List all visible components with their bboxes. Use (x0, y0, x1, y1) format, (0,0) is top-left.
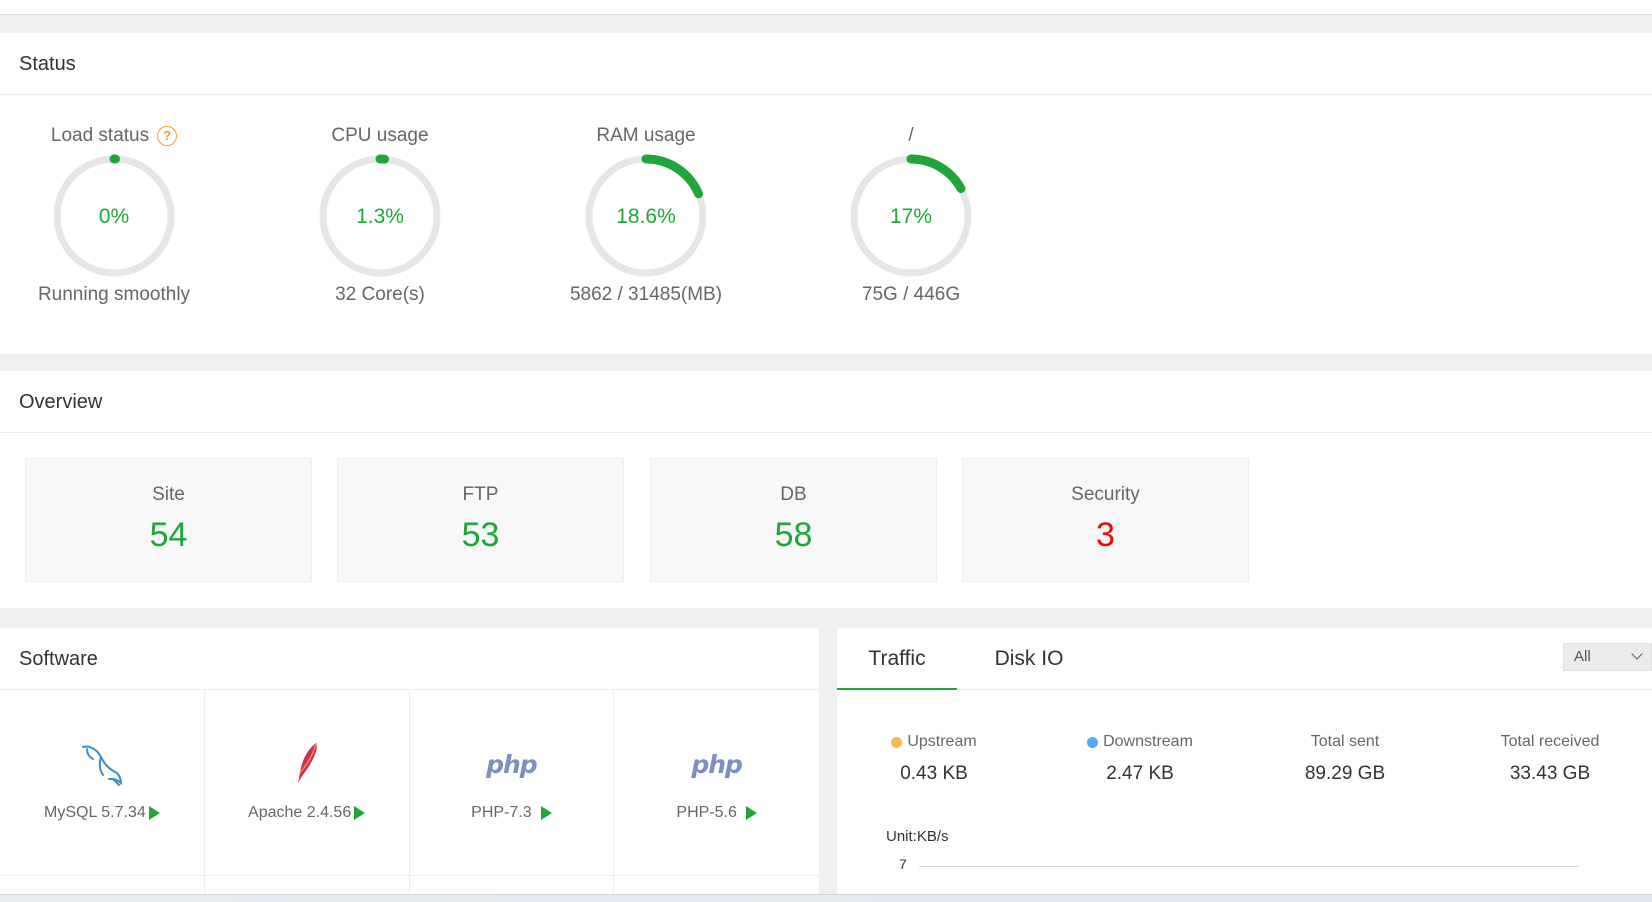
stat-total-sent: Total sent 89.29 GB (1250, 733, 1440, 785)
gauge-ring: 17% (849, 154, 973, 278)
help-icon[interactable]: ? (157, 126, 178, 146)
overview-card-db[interactable]: DB 58 (650, 458, 937, 582)
software-grid: MySQL 5.7.34 Apache 2.4.56 php PHP-7.3 p… (0, 690, 819, 902)
gauge-ring: 0% (52, 154, 176, 278)
chart-unit-label: Unit:KB/s (886, 828, 949, 845)
stat-label: Total sent (1310, 733, 1380, 750)
status-panel: Status Load status ? 0% Running smoothly… (0, 33, 1652, 354)
card-label: FTP (462, 484, 499, 505)
software-item-php-56[interactable]: php PHP-5.6 (614, 690, 819, 902)
play-icon[interactable] (745, 806, 757, 820)
stat-value: 0.43 KB (900, 763, 968, 784)
traffic-panel: Traffic Disk IO All Upstream 0.43 KB Dow… (837, 628, 1652, 902)
gauge-label: / (908, 125, 914, 146)
mysql-dolphin-icon (0, 734, 204, 794)
gauge-value: 17% (890, 205, 932, 228)
gauge-label: CPU usage (331, 125, 429, 146)
overview-title: Overview (0, 371, 1652, 433)
card-label: DB (780, 484, 807, 505)
overview-card-ftp[interactable]: FTP 53 (337, 458, 624, 582)
gauge-ring: 1.3% (318, 154, 442, 278)
card-label: Security (1071, 484, 1140, 505)
software-name: PHP-5.6 (676, 804, 737, 821)
overview-card-security[interactable]: Security 3 (962, 458, 1249, 582)
play-icon[interactable] (354, 806, 366, 820)
chart-y-tick: 7 (899, 856, 907, 872)
downstream-dot-icon (1087, 736, 1099, 748)
stat-label: Total received (1500, 733, 1600, 750)
overview-card-site[interactable]: Site 54 (25, 458, 312, 582)
php-logo-icon: php (691, 749, 743, 779)
software-item-apache[interactable]: Apache 2.4.56 (204, 690, 410, 902)
stat-downstream: Downstream 2.47 KB (1045, 733, 1235, 785)
tab-traffic[interactable]: Traffic (837, 628, 957, 690)
stat-label: Upstream (907, 733, 977, 750)
gauge-value: 0% (99, 205, 129, 228)
gauge-sub: 75G / 446G (861, 284, 961, 305)
top-bar (0, 0, 1652, 15)
card-value[interactable]: 53 (338, 516, 623, 555)
software-item-php-73[interactable]: php PHP-7.3 (409, 690, 615, 902)
tab-disk-io[interactable]: Disk IO (979, 628, 1079, 690)
software-panel: Software MySQL 5.7.34 Apache 2.4.56 php … (0, 628, 819, 902)
play-icon[interactable] (148, 806, 160, 820)
stat-value: 89.29 GB (1304, 763, 1386, 784)
gauge-ring: 18.6% (584, 154, 708, 278)
gauge-sub: 5862 / 31485(MB) (569, 284, 723, 305)
stat-total-received: Total received 33.43 GB (1455, 733, 1645, 785)
play-icon[interactable] (540, 806, 552, 820)
card-label: Site (152, 484, 185, 505)
chart-gridline (919, 866, 1579, 867)
gauge-ram-usage[interactable]: RAM usage 18.6% 5862 / 31485(MB) (506, 121, 786, 306)
gauge-sub: Running smoothly (37, 284, 191, 305)
software-title: Software (0, 628, 819, 690)
status-title: Status (0, 33, 1652, 95)
gauge-label: RAM usage (596, 125, 696, 146)
gauge-disk-root[interactable]: / 17% 75G / 446G (771, 121, 1051, 306)
interface-select[interactable]: All (1563, 643, 1652, 671)
traffic-tabs: Traffic Disk IO All (837, 628, 1652, 690)
software-name: Apache 2.4.56 (248, 804, 352, 821)
gauge-value: 1.3% (356, 205, 404, 228)
php-logo-icon: php (486, 749, 538, 779)
card-value[interactable]: 58 (651, 516, 936, 555)
card-value[interactable]: 3 (963, 516, 1248, 555)
overview-panel: Overview Site 54 FTP 53 DB 58 Security 3 (0, 371, 1652, 608)
gauge-cpu-usage[interactable]: CPU usage 1.3% 32 Core(s) (240, 121, 520, 306)
apache-feather-icon (205, 734, 409, 794)
stat-upstream: Upstream 0.43 KB (839, 733, 1029, 785)
stat-value: 33.43 GB (1509, 763, 1591, 784)
card-value[interactable]: 54 (26, 516, 311, 555)
chevron-down-icon (1631, 648, 1643, 660)
stat-label: Downstream (1103, 733, 1193, 750)
bottom-strip (0, 894, 1652, 902)
stat-value: 2.47 KB (1106, 763, 1174, 784)
gauge-load-status[interactable]: Load status ? 0% Running smoothly (0, 121, 254, 306)
gauge-value: 18.6% (616, 205, 676, 228)
software-item-mysql[interactable]: MySQL 5.7.34 (0, 690, 205, 902)
gauge-sub: 32 Core(s) (335, 284, 425, 305)
gauge-label: Load status (50, 125, 150, 146)
software-name: MySQL 5.7.34 (44, 804, 146, 821)
software-name: PHP-7.3 (471, 804, 532, 821)
upstream-dot-icon (891, 736, 903, 748)
